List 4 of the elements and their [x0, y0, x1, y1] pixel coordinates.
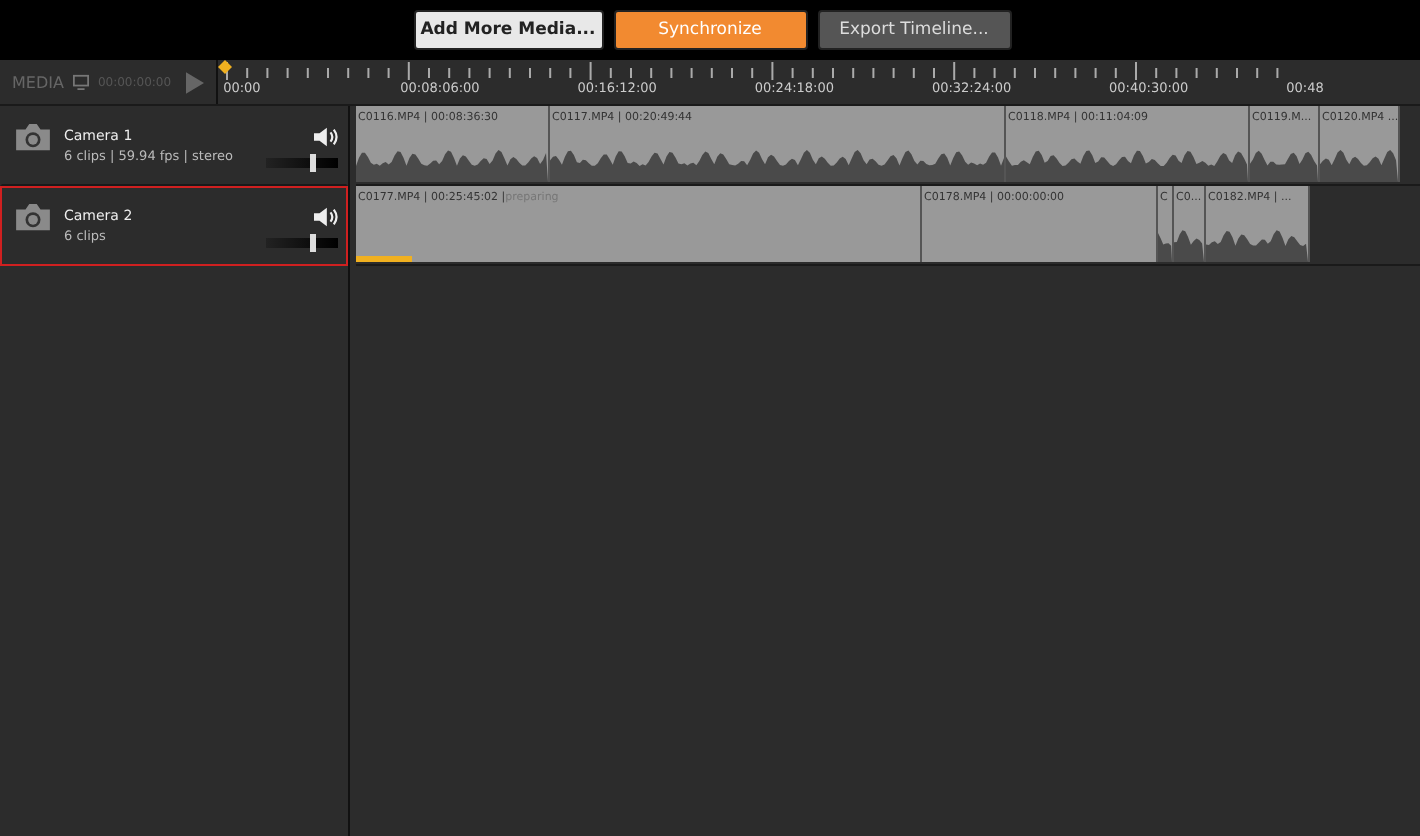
media-label: MEDIA [12, 73, 64, 91]
toolbar-button[interactable]: Add More Media... [413, 10, 603, 50]
toolbar-button[interactable]: Synchronize [613, 10, 807, 50]
toolbar-button[interactable]: Export Timeline... [817, 10, 1011, 50]
